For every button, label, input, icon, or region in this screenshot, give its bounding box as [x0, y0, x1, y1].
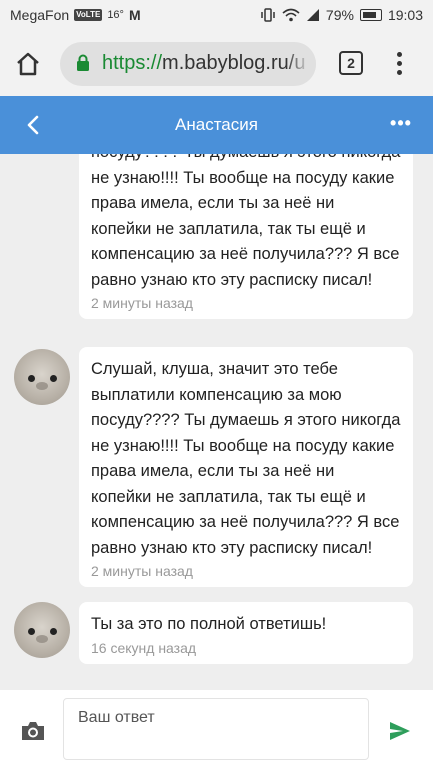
tabs-icon[interactable]: 2: [339, 51, 363, 75]
message-bubble: Слушай, клуша, значит это тебе выплатили…: [79, 347, 413, 587]
home-icon[interactable]: [14, 50, 42, 78]
url-fade: [286, 42, 316, 86]
volte-icon: VoLTE: [74, 9, 103, 21]
camera-icon[interactable]: [20, 720, 46, 742]
wifi-icon: [282, 8, 300, 22]
message-time: 2 минуты назад: [91, 295, 193, 311]
reply-input[interactable]: [63, 698, 369, 760]
message-time: 16 секунд назад: [91, 639, 197, 656]
reply-composer: [0, 690, 433, 770]
avatar[interactable]: [14, 349, 70, 405]
app-notification-icon: M: [128, 7, 141, 23]
message-bubble: Ты за это по полной ответишь! 16 секунд …: [79, 602, 413, 664]
message-time: 2 минуты назад: [91, 563, 193, 579]
message-list[interactable]: посуду???? Ты думаешь я этого никогда не…: [0, 154, 433, 690]
chat-title: Анастасия: [175, 115, 258, 134]
signal-icon: [306, 9, 319, 21]
url-scheme: https://: [102, 52, 163, 74]
carrier-name: MegaFon: [10, 7, 70, 23]
battery-icon: [359, 9, 382, 21]
message-text: Слушай, клуша, значит это тебе выплатили…: [91, 360, 401, 557]
url-host: m.babyblog.ru/u: [162, 52, 306, 74]
temperature: 16°: [107, 9, 124, 21]
browser-toolbar: https://m.babyblog.ru/u 2: [0, 32, 433, 96]
lock-icon: [77, 54, 89, 71]
avatar[interactable]: [14, 602, 70, 658]
chat-header: Анастасия •••: [0, 96, 433, 154]
clock: 19:03: [387, 7, 423, 23]
more-dots-icon[interactable]: •••: [389, 113, 413, 137]
status-right: 79% 19:03: [260, 7, 423, 23]
message-bubble: посуду???? Ты думаешь я этого никогда не…: [79, 154, 413, 319]
url-text: https://m.babyblog.ru/u: [102, 52, 305, 75]
status-left: MegaFon VoLTE 16° M: [10, 7, 141, 23]
status-bar: MegaFon VoLTE 16° M 79% 19:03: [0, 0, 433, 32]
message-text: посуду???? Ты думаешь я этого никогда не…: [91, 154, 400, 289]
battery-percent: 79%: [325, 7, 354, 23]
vibrate-icon: [261, 8, 275, 22]
address-bar[interactable]: https://m.babyblog.ru/u: [60, 42, 316, 86]
message-text: Ты за это по полной ответишь!: [91, 615, 327, 633]
overflow-menu-icon[interactable]: [391, 50, 407, 78]
send-icon[interactable]: [389, 721, 411, 741]
